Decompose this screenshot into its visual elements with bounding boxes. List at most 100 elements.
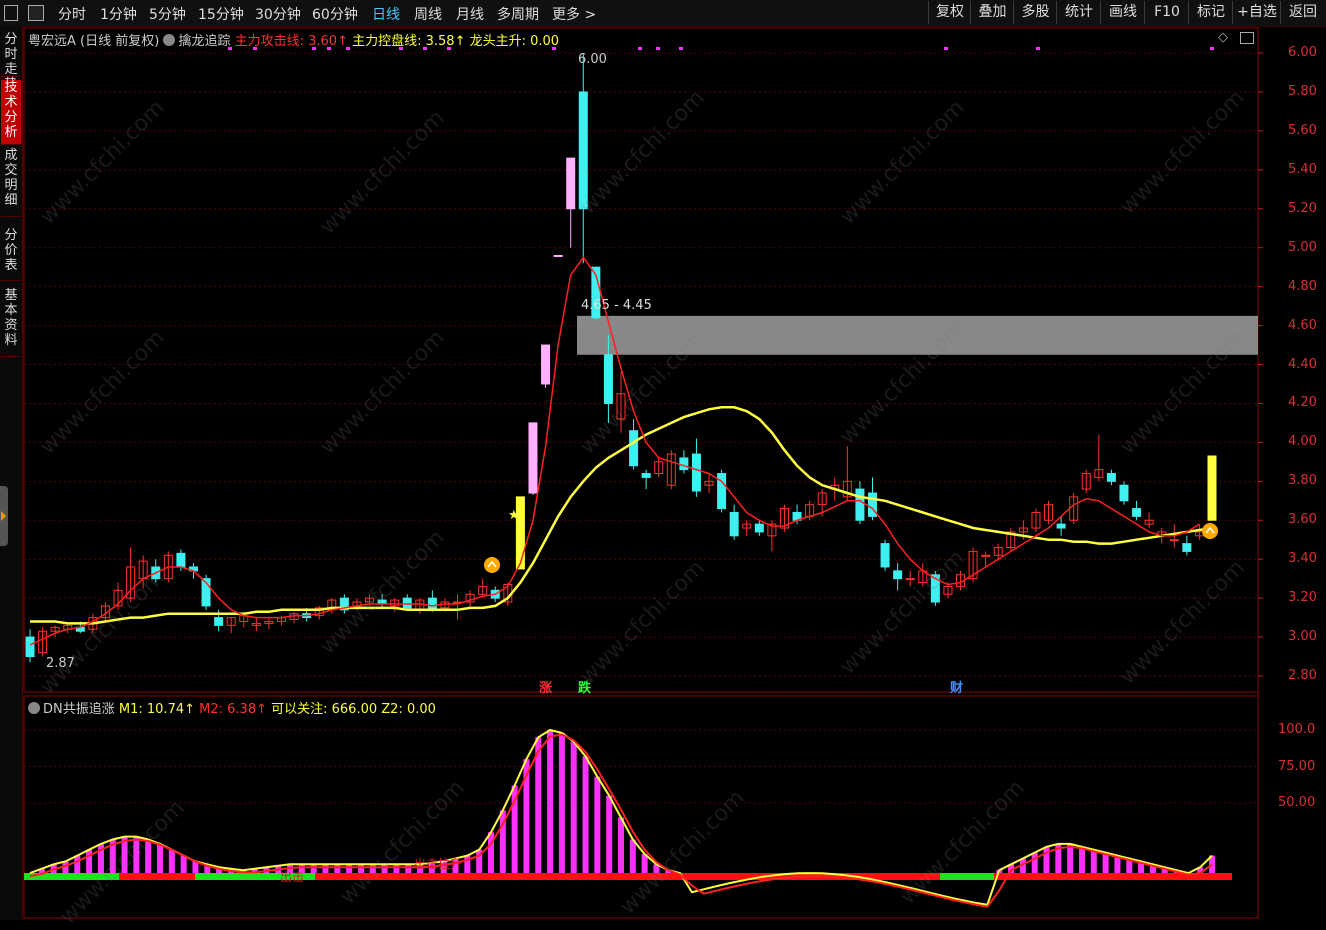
side-tab-price-table[interactable]: 分价表 (1, 228, 21, 281)
candle-body (427, 597, 437, 611)
price-tick-label: 3.80 (1288, 473, 1317, 489)
multi-stock-button[interactable]: 多股 (1013, 1, 1057, 24)
tab-period-month[interactable]: 月线 (456, 4, 484, 24)
back-button[interactable]: 返回 (1280, 1, 1325, 24)
tab-period-week[interactable]: 周线 (414, 4, 442, 24)
price-tick-label: 5.60 (1288, 122, 1317, 138)
oscillator-bar (570, 741, 577, 876)
candle-body (176, 552, 186, 568)
sub-tick-label: 100.0 (1278, 722, 1316, 737)
mark-button[interactable]: 标记 (1188, 1, 1233, 24)
candle-body (1056, 523, 1066, 529)
price-tick-label: 3.40 (1288, 551, 1317, 567)
price-tick-label: 4.80 (1288, 278, 1317, 294)
tab-period-1min[interactable]: 1分钟 (100, 4, 137, 24)
stock-name: 粤宏远A (28, 34, 76, 49)
side-tab-timeshare[interactable]: 分时走势 (1, 32, 21, 92)
candle-body (528, 422, 538, 494)
oscillator-bar (629, 839, 636, 876)
candle-body (402, 597, 412, 609)
signal-dot (1210, 47, 1214, 50)
candle-body (729, 511, 739, 537)
oscillator-bar (535, 737, 542, 876)
sub-indicator-name[interactable]: DN共振追涨 (43, 702, 115, 717)
price-tick-label: 6.00 (1288, 45, 1317, 60)
more-periods-button[interactable]: 更多 > (552, 4, 596, 24)
oscillator-bar (1031, 852, 1038, 876)
price-tick-label: 5.40 (1288, 161, 1317, 177)
tab-period-60min[interactable]: 60分钟 (312, 4, 358, 24)
indicator-name[interactable]: 擒龙追踪 (178, 34, 230, 49)
signal-dot (638, 47, 642, 50)
candle-body (1207, 455, 1217, 521)
price-tick-label: 2.80 (1288, 668, 1317, 683)
side-tab-bar: 分时走势 技术分析 成交明细 分价表 基本资料 (0, 26, 23, 920)
oscillator-bar (641, 854, 648, 876)
candle-body (566, 157, 576, 210)
tab-period-30min[interactable]: 30分钟 (255, 4, 301, 24)
side-tab-profile[interactable]: 基本资料 (1, 288, 21, 357)
rise-tag[interactable]: 涨 (539, 677, 552, 696)
candle-body (1182, 543, 1192, 552)
oscillator-bar (145, 839, 152, 876)
expand-arrow-icon[interactable] (0, 486, 8, 546)
candle-body (679, 457, 689, 471)
oscillator-bar (1102, 852, 1109, 876)
signal-dot (679, 47, 683, 50)
sub-signal-text-2: 出击拉升 (414, 857, 463, 871)
main-header: 粤宏远A (日线 前复权) 擒龙追踪 主力攻击线: 3.60↑ 主力控盘线: 3… (28, 30, 559, 49)
adjust-button[interactable]: 复权 (928, 1, 971, 24)
top-toolbar: 分时 1分钟 5分钟 15分钟 30分钟 60分钟 日线 周线 月线 多周期 更… (0, 0, 1326, 27)
price-tick-label: 4.60 (1288, 317, 1317, 333)
oscillator-bar (74, 855, 81, 876)
leader-rise-value: 龙头主升: 0.00 (469, 34, 560, 49)
candle-body (691, 453, 701, 492)
z2-value: Z2: 0.00 (381, 702, 436, 717)
high-price-label: 6.00 (578, 52, 607, 67)
oscillator-bar (618, 817, 624, 876)
price-tick-label: 3.60 (1288, 512, 1317, 528)
add-watchlist-button[interactable]: +自选 (1232, 1, 1281, 24)
candle-body (603, 354, 613, 404)
oscillator-bar (606, 795, 613, 876)
kline-chart[interactable]: ★ (0, 0, 1326, 920)
window-toggle-icon[interactable] (1240, 32, 1254, 44)
oscillator-bar (594, 776, 601, 876)
f10-button[interactable]: F10 (1144, 1, 1189, 24)
oscillator-bar (547, 730, 554, 876)
layout-icon[interactable] (28, 5, 44, 21)
overlay-button[interactable]: 叠加 (970, 1, 1014, 24)
tab-period-fenshi[interactable]: 分时 (58, 4, 86, 24)
side-tab-trades[interactable]: 成交明细 (1, 148, 21, 217)
oscillator-green-zone (940, 873, 994, 880)
side-tab-technical[interactable]: 技术分析 (1, 80, 21, 145)
tab-period-5min[interactable]: 5分钟 (149, 4, 186, 24)
candle-body (1119, 484, 1129, 502)
menu-icon[interactable] (4, 5, 18, 21)
tab-period-multi[interactable]: 多周期 (497, 4, 539, 24)
price-tick-label: 4.40 (1288, 356, 1317, 372)
candle-body (1132, 508, 1142, 517)
price-tick-label: 3.00 (1288, 629, 1317, 645)
candle-body (893, 570, 903, 580)
diamond-icon[interactable]: ◇ (1218, 30, 1228, 45)
finance-tag[interactable]: 财 (950, 677, 963, 696)
chart-mode: (日线 前复权) (80, 34, 160, 49)
oscillator-bar (157, 843, 164, 876)
sub-indicator-menu-icon[interactable] (28, 702, 40, 714)
candle-body (25, 636, 35, 658)
sub-tick-label: 75.00 (1278, 758, 1316, 774)
sub-header: DN共振追涨 M1: 10.74↑ M2: 6.38↑ 可以关注: 666.00… (28, 698, 436, 717)
fall-tag[interactable]: 跌 (578, 677, 591, 696)
statistics-button[interactable]: 统计 (1056, 1, 1101, 24)
gap-range-label: 4.65 - 4.45 (581, 298, 652, 313)
draw-line-button[interactable]: 画线 (1100, 1, 1145, 24)
sub-signal-text-1: 出击 (280, 870, 305, 884)
attack-line-value: 主力攻击线: 3.60↑ (234, 34, 348, 49)
candle-body (855, 488, 865, 521)
oscillator-bar (133, 836, 140, 876)
tab-period-day[interactable]: 日线 (372, 4, 400, 24)
candle-body (880, 543, 890, 568)
indicator-menu-icon[interactable] (163, 34, 176, 46)
tab-period-15min[interactable]: 15分钟 (198, 4, 244, 24)
